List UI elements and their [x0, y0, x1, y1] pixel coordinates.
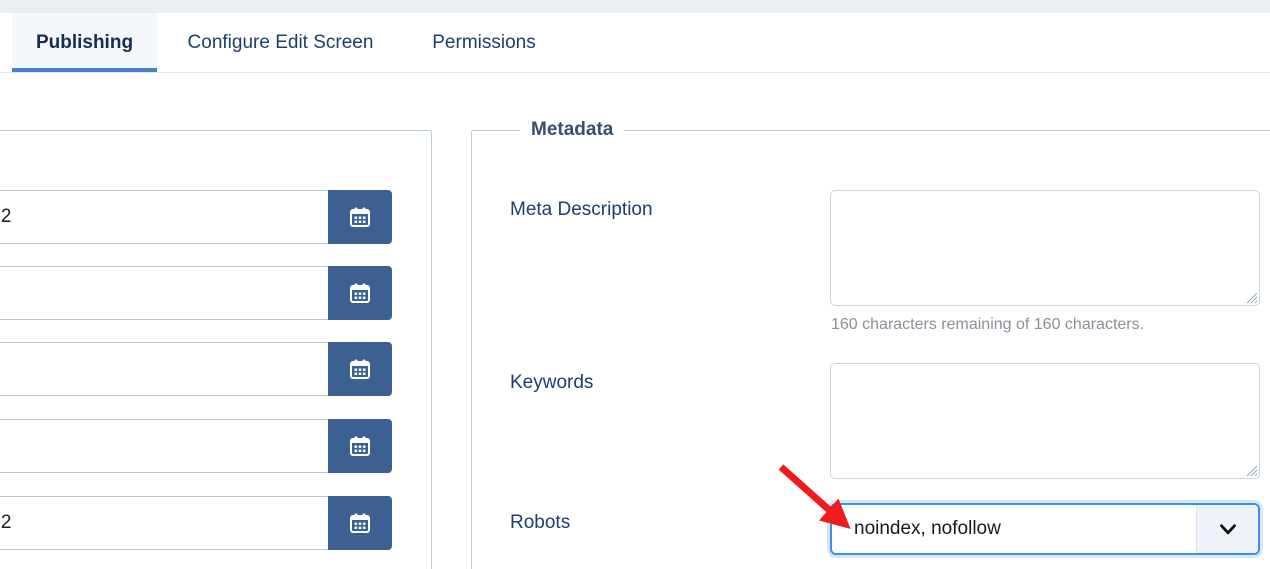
date-row: [0, 266, 392, 320]
meta-description-helptext: 160 characters remaining of 160 characte…: [831, 316, 1145, 333]
calendar-picker-button[interactable]: [328, 496, 392, 550]
top-chrome-strip: [0, 0, 1270, 13]
date-row: [0, 496, 392, 550]
date-input[interactable]: [0, 190, 328, 244]
calendar-picker-button[interactable]: [328, 266, 392, 320]
tab-bar: Publishing Configure Edit Screen Permiss…: [0, 13, 1270, 73]
keywords-label: Keywords: [510, 372, 594, 393]
meta-description-label: Meta Description: [510, 199, 653, 220]
calendar-icon: [350, 436, 370, 456]
metadata-legend: Metadata: [520, 119, 625, 141]
tab-publishing[interactable]: Publishing: [12, 13, 157, 72]
tab-publishing-label: Publishing: [35, 31, 134, 53]
date-row: [0, 342, 392, 396]
app-screen: Publishing Configure Edit Screen Permiss…: [0, 0, 1270, 569]
date-row: [0, 190, 392, 244]
date-input[interactable]: [0, 496, 328, 550]
date-input[interactable]: [0, 342, 328, 396]
keywords-textarea[interactable]: [830, 363, 1260, 479]
robots-select-arrow-button[interactable]: [1196, 505, 1258, 553]
calendar-icon: [350, 359, 370, 379]
robots-select-value: noindex, nofollow: [854, 518, 1001, 539]
date-input[interactable]: [0, 266, 328, 320]
tab-configure-edit-screen[interactable]: Configure Edit Screen: [157, 13, 404, 72]
tab-configure-edit-screen-label: Configure Edit Screen: [187, 31, 374, 53]
robots-select[interactable]: noindex, nofollow: [830, 503, 1260, 555]
date-input[interactable]: [0, 419, 328, 473]
robots-label: Robots: [510, 512, 571, 533]
calendar-icon: [350, 207, 370, 227]
calendar-picker-button[interactable]: [328, 190, 392, 244]
calendar-picker-button[interactable]: [328, 342, 392, 396]
meta-description-textarea[interactable]: [830, 190, 1260, 306]
calendar-icon: [350, 513, 370, 533]
tab-permissions[interactable]: Permissions: [404, 13, 564, 72]
calendar-picker-button[interactable]: [328, 419, 392, 473]
chevron-down-icon: [1219, 524, 1236, 535]
tab-permissions-label: Permissions: [432, 31, 536, 53]
date-row: [0, 419, 392, 473]
calendar-icon: [350, 283, 370, 303]
